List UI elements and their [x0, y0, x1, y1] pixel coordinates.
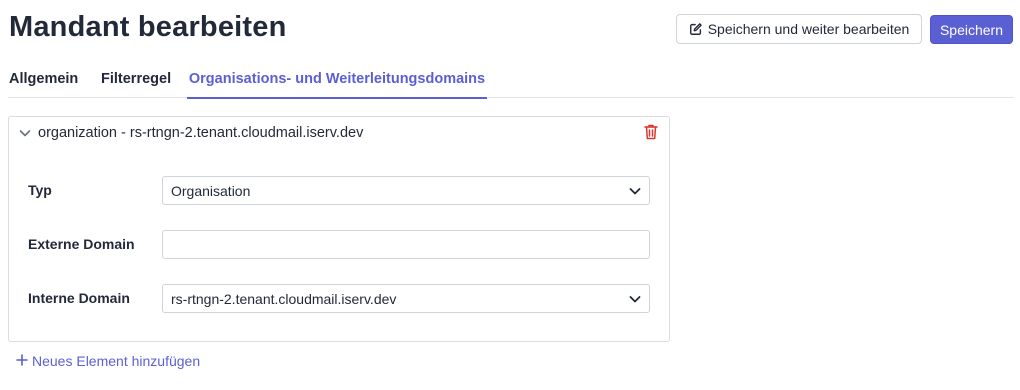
edit-icon	[689, 22, 703, 36]
internal-domain-select[interactable]: rs-rtngn-2.tenant.cloudmail.iserv.dev	[162, 284, 650, 313]
type-label: Typ	[28, 182, 52, 198]
type-select-value: Organisation	[171, 182, 251, 199]
save-and-continue-label: Speichern und weiter bearbeiten	[707, 21, 910, 37]
internal-domain-label: Interne Domain	[28, 290, 130, 306]
tab-bar: Allgemein Filterregel Organisations- und…	[8, 60, 1014, 99]
add-element-label: Neues Element hinzufügen	[32, 353, 201, 369]
tab-allgemein[interactable]: Allgemein	[9, 60, 78, 98]
entry-collapse-toggle[interactable]: organization - rs-rtngn-2.tenant.cloudma…	[18, 125, 363, 141]
tab-filterregel[interactable]: Filterregel	[101, 60, 171, 98]
save-button[interactable]: Speichern	[930, 15, 1013, 44]
type-select[interactable]: Organisation	[162, 176, 650, 205]
chevron-down-icon	[628, 292, 642, 306]
chevron-down-icon	[18, 126, 32, 140]
chevron-down-icon	[628, 184, 642, 198]
external-domain-input[interactable]	[162, 230, 650, 259]
domain-entry-card: organization - rs-rtngn-2.tenant.cloudma…	[8, 116, 670, 342]
add-element-link[interactable]: Neues Element hinzufügen	[16, 353, 200, 369]
save-and-continue-button[interactable]: Speichern und weiter bearbeiten	[676, 14, 922, 44]
internal-domain-value: rs-rtngn-2.tenant.cloudmail.iserv.dev	[171, 290, 397, 307]
trash-icon[interactable]	[643, 123, 659, 141]
save-label: Speichern	[939, 21, 1004, 38]
entry-title: organization - rs-rtngn-2.tenant.cloudma…	[38, 125, 364, 141]
external-domain-label: Externe Domain	[28, 236, 135, 252]
page-title: Mandant bearbeiten	[9, 11, 287, 43]
plus-icon	[16, 354, 28, 368]
tab-domains[interactable]: Organisations- und Weiterleitungsdomains	[187, 60, 487, 99]
